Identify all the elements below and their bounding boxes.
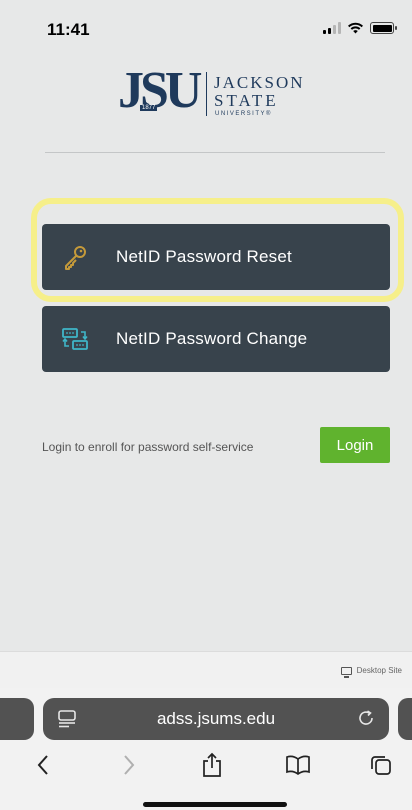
netid-password-reset-button[interactable]: NetID Password Reset	[42, 224, 390, 290]
desktop-site-link[interactable]: Desktop Site	[340, 666, 402, 678]
safari-bottom-bar: adss.jsums.edu	[0, 688, 412, 810]
netid-password-change-label: NetID Password Change	[116, 329, 308, 348]
next-tab-preview[interactable]	[398, 698, 412, 740]
logo-mark: JSU	[118, 62, 203, 119]
login-button[interactable]: Login	[320, 427, 390, 463]
tabs-button[interactable]	[366, 750, 396, 780]
header-divider	[45, 152, 385, 153]
enroll-prompt: Login to enroll for password self-servic…	[42, 440, 254, 454]
share-icon	[203, 752, 221, 777]
back-button[interactable]	[28, 750, 58, 780]
logo-text-jackson: JACKSON	[214, 73, 305, 92]
tabs-icon	[371, 756, 391, 775]
address-bar[interactable]: adss.jsums.edu	[43, 698, 389, 740]
status-icons	[323, 22, 397, 34]
forward-button[interactable]	[114, 750, 144, 780]
netid-password-reset-label: NetID Password Reset	[116, 247, 292, 266]
status-time: 11:41	[47, 20, 90, 39]
signal-icon	[323, 22, 341, 34]
monitor-icon	[340, 666, 352, 678]
netid-password-change-button[interactable]: NetID Password Change	[42, 306, 390, 372]
share-button[interactable]	[197, 750, 227, 780]
bookmarks-button[interactable]	[283, 750, 313, 780]
desktop-site-label: Desktop Site	[356, 666, 402, 675]
key-icon	[62, 244, 88, 270]
home-indicator	[143, 802, 287, 807]
safari-toolbar	[0, 746, 412, 786]
chevron-left-icon	[37, 755, 48, 775]
logo-separator	[206, 72, 207, 116]
page-menu-icon[interactable]	[57, 710, 77, 733]
jsu-logo: JSU 1877 JACKSON STATE UNIVERSITY®	[118, 50, 318, 130]
logo-text-university: UNIVERSITY®	[215, 111, 272, 117]
logo-year: 1877	[140, 105, 158, 111]
network-transfer-icon	[62, 326, 88, 352]
logo-text-state: STATE	[214, 91, 279, 110]
book-icon	[286, 755, 310, 775]
battery-icon	[370, 22, 397, 34]
reload-icon[interactable]	[357, 709, 375, 732]
previous-tab-preview[interactable]	[0, 698, 34, 740]
status-bar: 11:41	[0, 0, 412, 50]
chevron-right-icon	[124, 755, 135, 775]
url-text: adss.jsums.edu	[156, 709, 276, 728]
wifi-icon	[348, 22, 363, 34]
desktop-site-strip: Desktop Site	[0, 651, 412, 688]
